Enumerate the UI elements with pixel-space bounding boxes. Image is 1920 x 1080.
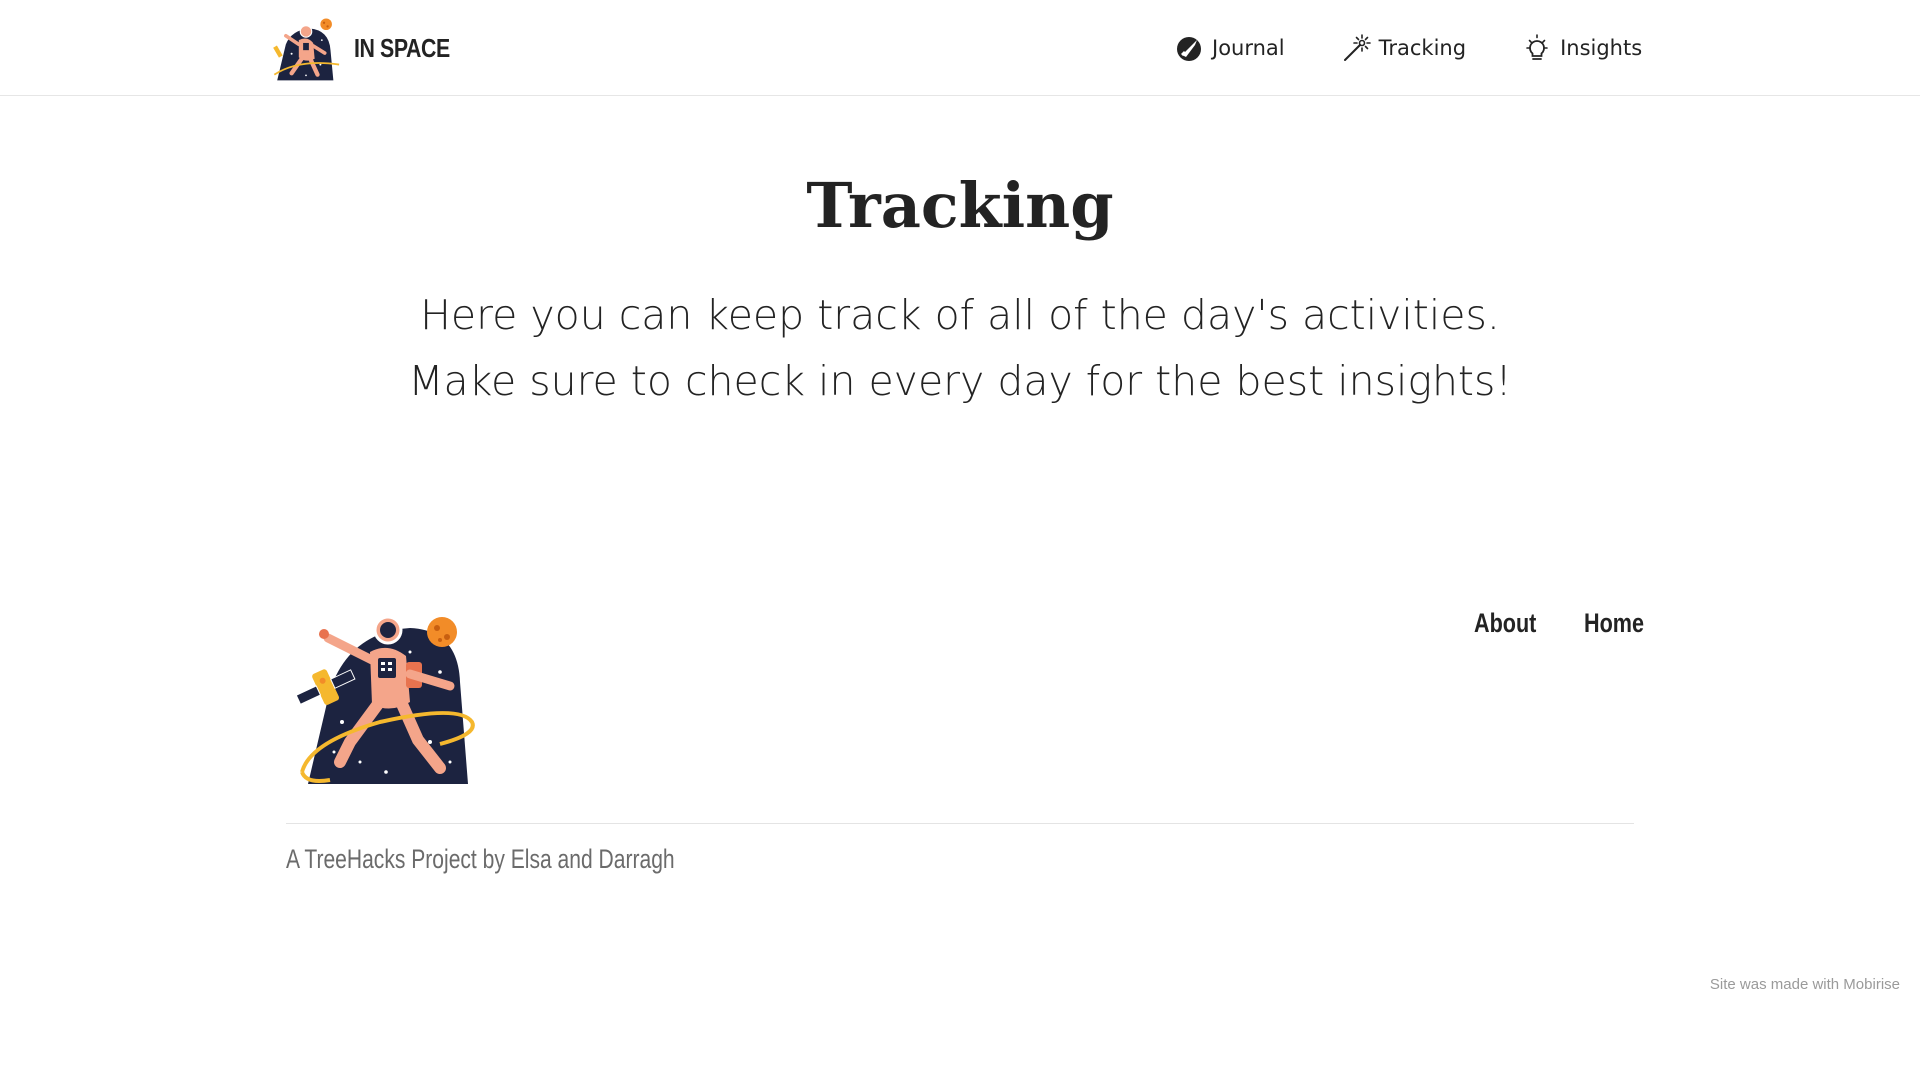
made-with-link[interactable]: Site was made with Mobirise	[1710, 976, 1900, 993]
lightbulb-icon	[1526, 34, 1548, 60]
nav-journal[interactable]: Journal	[1174, 28, 1285, 68]
magic-wand-icon	[1343, 34, 1371, 61]
astronaut-illustration-icon	[295, 615, 475, 784]
footer-links: About Home	[1474, 608, 1664, 639]
nav-links: Journal Tracking Insights	[1174, 28, 1642, 68]
footer-divider	[286, 823, 1634, 824]
nav-tracking-label: Tracking	[1378, 36, 1467, 60]
top-navbar: IN SPACE Journal Tracking Insights	[0, 0, 1920, 96]
page-intro-text: Here you can keep track of all of the da…	[408, 291, 1512, 405]
nav-insights[interactable]: Insights	[1522, 28, 1642, 68]
nav-tracking[interactable]: Tracking	[1341, 28, 1466, 68]
astronaut-logo-icon	[273, 18, 340, 81]
brand-link[interactable]: IN SPACE	[270, 14, 471, 82]
rocket-badge-icon	[1177, 37, 1201, 61]
brand-name: IN SPACE	[354, 32, 450, 63]
footer-link-about[interactable]: About	[1474, 608, 1538, 639]
footer-credit: A TreeHacks Project by Elsa and Darragh	[286, 844, 675, 874]
nav-journal-label: Journal	[1212, 36, 1285, 60]
page-title: Tracking	[806, 169, 1114, 242]
nav-insights-label: Insights	[1560, 36, 1643, 60]
footer-link-home[interactable]: Home	[1584, 608, 1648, 639]
